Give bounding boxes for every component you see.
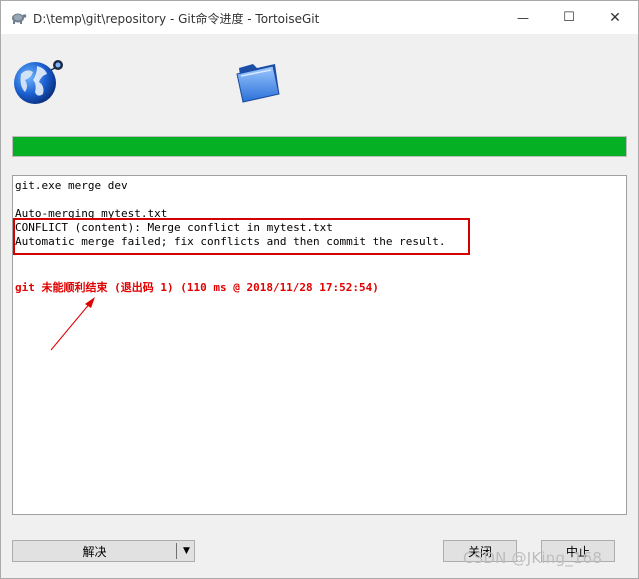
- minimize-button[interactable]: —: [500, 1, 546, 34]
- maximize-button[interactable]: ☐: [546, 1, 592, 34]
- log-line: git.exe merge dev: [15, 179, 128, 192]
- output-log[interactable]: git.exe merge dev Auto-merging mytest.tx…: [12, 175, 627, 515]
- minimize-icon: —: [517, 10, 529, 25]
- tortoise-icon: [9, 9, 27, 25]
- conflict-highlight-box: [13, 218, 470, 255]
- folder-icon: [233, 56, 283, 104]
- close-icon: ✕: [609, 9, 621, 26]
- resolve-button[interactable]: 解决: [13, 541, 176, 561]
- globe-icon: [11, 56, 67, 108]
- maximize-icon: ☐: [563, 10, 575, 25]
- window-title: D:\temp\git\repository - Git命令进度 - Torto…: [33, 12, 320, 26]
- resolve-dropdown-arrow[interactable]: ▼: [179, 541, 194, 561]
- title-bar: D:\temp\git\repository - Git命令进度 - Torto…: [1, 1, 638, 34]
- progress-fill: [13, 137, 626, 156]
- split-divider: [176, 543, 177, 559]
- watermark: CSDN @JKing_168: [463, 549, 603, 567]
- annotation-arrow: [49, 292, 109, 354]
- chevron-down-icon: ▼: [183, 546, 190, 556]
- resolve-split-button[interactable]: 解决 ▼: [12, 540, 195, 562]
- progress-bar: [12, 136, 627, 157]
- close-window-button[interactable]: ✕: [592, 1, 638, 34]
- progress-dialog: D:\temp\git\repository - Git命令进度 - Torto…: [0, 0, 639, 579]
